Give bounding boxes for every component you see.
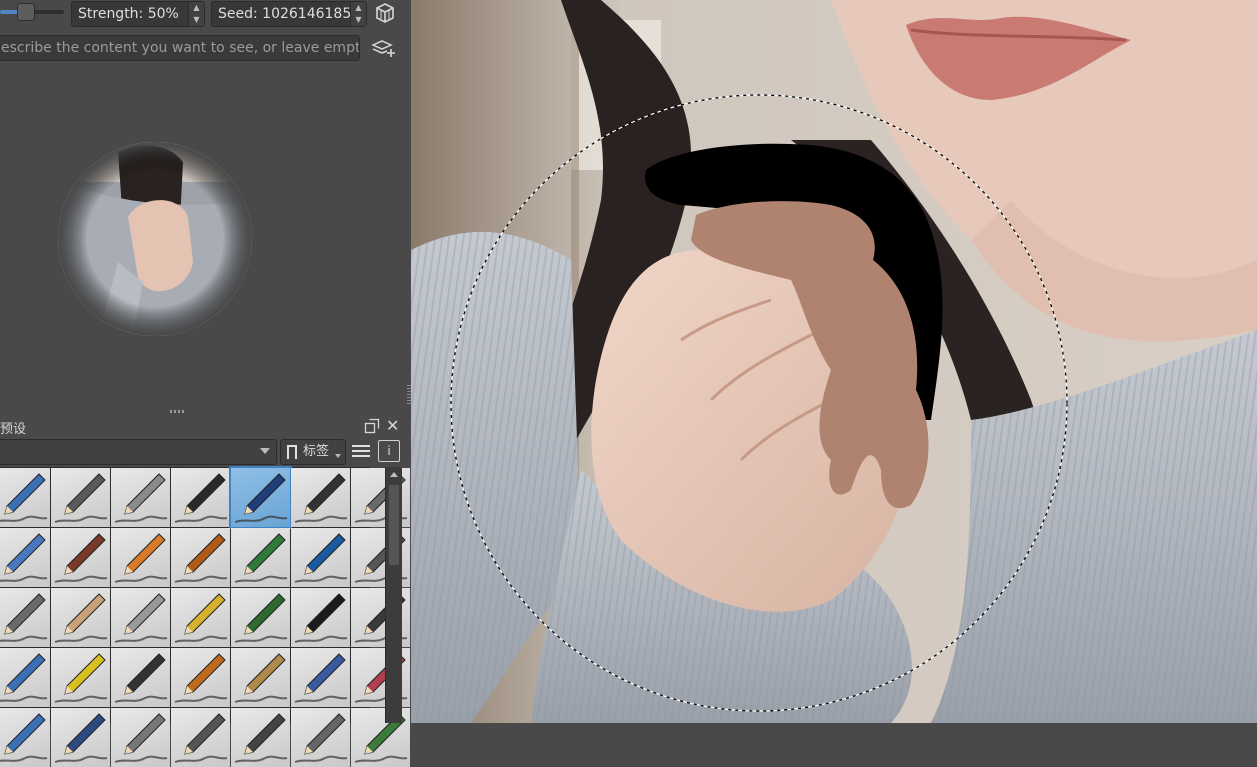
preset-scrollbar[interactable] (385, 467, 402, 723)
info-panel-icon[interactable]: i (378, 440, 400, 462)
brush-icon (0, 713, 48, 762)
brush-preset-tile[interactable] (291, 468, 350, 527)
brush-preset-tile[interactable] (291, 708, 350, 767)
brush-icon (114, 593, 168, 643)
step-up-icon[interactable]: ▲ (351, 2, 366, 14)
brush-preset-tile[interactable] (231, 708, 290, 767)
layers-add-icon[interactable] (370, 37, 398, 59)
brush-preset-tile[interactable] (171, 588, 230, 647)
brush-icon (54, 533, 108, 583)
brush-icon (294, 653, 348, 703)
prompt-placeholder: escribe the content you want to see, or … (1, 40, 360, 56)
brush-preset-tile[interactable] (171, 468, 230, 527)
hamburger-menu-icon[interactable] (352, 443, 370, 459)
presets-docker-title: 预设 (0, 422, 27, 437)
brush-preset-tile[interactable] (231, 588, 290, 647)
brush-icon (234, 533, 288, 583)
tag-label: 标签 (303, 444, 330, 459)
image-canvas[interactable] (411, 0, 1257, 723)
brush-icon (54, 713, 108, 763)
brush-icon (54, 473, 108, 523)
brush-icon (114, 533, 168, 583)
brush-preset-tile[interactable] (111, 588, 170, 647)
brush-preset-tile[interactable] (0, 648, 50, 707)
brush-icon (174, 653, 228, 703)
brush-icon (294, 593, 348, 643)
brush-icon (0, 593, 48, 642)
brush-icon (174, 713, 228, 763)
scroll-up-icon[interactable] (390, 472, 398, 477)
brush-icon (234, 653, 288, 703)
brush-icon (294, 473, 348, 523)
cube-icon[interactable] (372, 2, 398, 24)
ai-diffusion-panel: Strength: 50% ▲ ▼ Seed: 1026146185 ▲ ▼ e… (0, 0, 411, 767)
brush-preset-tile[interactable] (171, 648, 230, 707)
brush-icon (0, 533, 48, 582)
brush-preset-tile[interactable] (0, 528, 50, 587)
brush-preset-tile[interactable] (171, 528, 230, 587)
chevron-down-icon (260, 448, 270, 454)
brush-preset-tile[interactable] (229, 466, 292, 529)
brush-preset-tile[interactable] (51, 528, 110, 587)
tag-button[interactable]: 标签 (280, 439, 346, 465)
brush-icon (114, 713, 168, 763)
brush-icon (54, 653, 108, 703)
brush-preset-tile[interactable] (51, 708, 110, 767)
bookmark-icon (287, 445, 297, 459)
brush-preset-tile[interactable] (111, 648, 170, 707)
strength-stepper[interactable]: ▲ ▼ (188, 2, 204, 26)
brush-preset-tile[interactable] (51, 648, 110, 707)
seed-stepper[interactable]: ▲ ▼ (350, 2, 366, 26)
brush-preset-tile[interactable] (231, 528, 290, 587)
brush-preset-grid (0, 466, 410, 767)
brush-preset-tile[interactable] (111, 528, 170, 587)
brush-icon (234, 473, 288, 523)
brush-preset-tile[interactable] (291, 648, 350, 707)
seed-spinbox[interactable]: Seed: 1026146185 ▲ ▼ (211, 1, 367, 27)
brush-preset-tile[interactable] (291, 528, 350, 587)
step-down-icon[interactable]: ▼ (351, 14, 366, 26)
brush-icon (54, 593, 108, 643)
close-icon[interactable]: ✕ (386, 416, 399, 435)
brush-icon (174, 473, 228, 523)
brush-preset-tile[interactable] (291, 588, 350, 647)
prompt-input[interactable]: escribe the content you want to see, or … (0, 35, 360, 61)
brush-icon (0, 653, 48, 702)
brush-icon (174, 533, 228, 583)
brush-icon (294, 533, 348, 583)
resize-grip[interactable] (170, 410, 186, 413)
brush-icon (174, 593, 228, 643)
brush-preset-tile[interactable] (0, 588, 50, 647)
brush-preset-tile[interactable] (231, 648, 290, 707)
strength-spinbox[interactable]: Strength: 50% ▲ ▼ (71, 1, 205, 27)
brush-icon (294, 713, 348, 763)
float-dock-icon[interactable] (364, 418, 380, 434)
brush-preset-tile[interactable] (111, 468, 170, 527)
brush-preset-tile[interactable] (51, 588, 110, 647)
strength-value: Strength: 50% (78, 6, 179, 22)
brush-preset-tile[interactable] (0, 468, 50, 527)
slider-thumb[interactable] (17, 3, 35, 21)
scroll-thumb[interactable] (389, 485, 399, 565)
brush-preset-tile[interactable] (111, 708, 170, 767)
brush-icon (114, 653, 168, 703)
canvas-image (411, 0, 1257, 723)
brush-preset-tile[interactable] (51, 468, 110, 527)
preset-filter-combo[interactable] (0, 439, 277, 465)
chevron-down-icon (335, 454, 341, 458)
brush-icon (0, 473, 48, 522)
step-up-icon[interactable]: ▲ (189, 2, 204, 14)
step-down-icon[interactable]: ▼ (189, 14, 204, 26)
seed-value: Seed: 1026146185 (218, 6, 352, 22)
brush-icon (234, 593, 288, 643)
brush-preset-tile[interactable] (171, 708, 230, 767)
brush-icon (114, 473, 168, 523)
brush-icon (234, 713, 288, 763)
generated-preview-thumbnail[interactable] (58, 142, 252, 336)
brush-preset-tile[interactable] (0, 708, 50, 767)
